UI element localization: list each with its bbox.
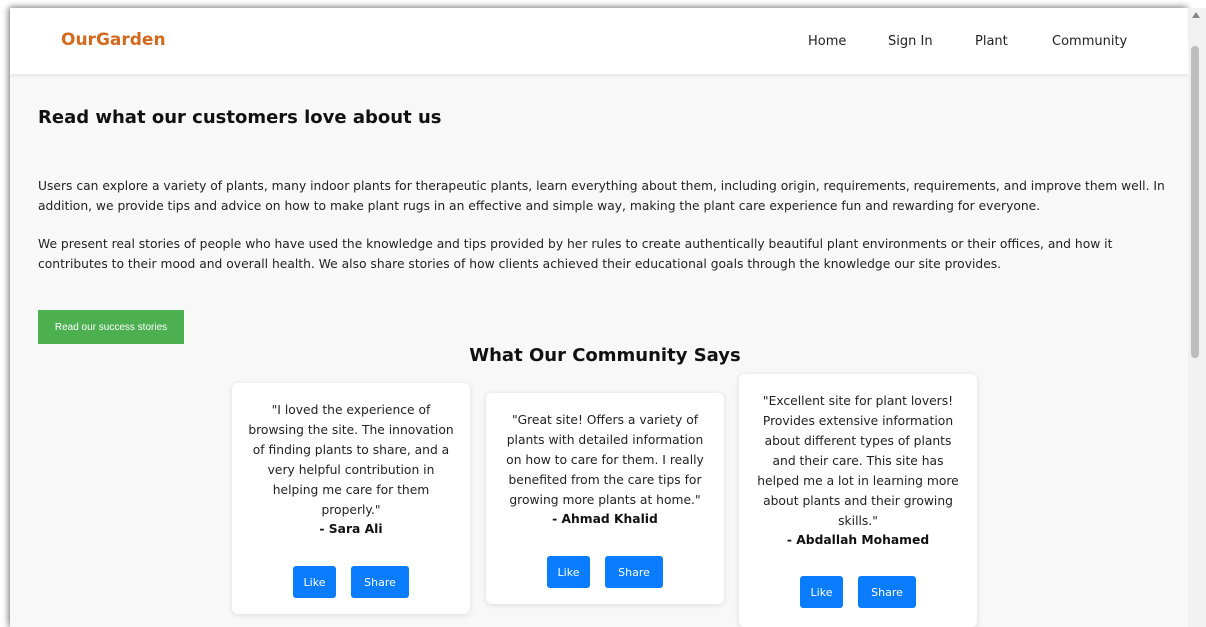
nav-link-community[interactable]: Community [1052, 34, 1127, 49]
vertical-scrollbar[interactable] [1188, 8, 1206, 627]
testimonial-quote: "Excellent site for plant lovers! Provid… [757, 394, 959, 528]
testimonial-card: "Great site! Offers a variety of plants … [486, 393, 724, 604]
page-heading: Read what our customers love about us [38, 107, 442, 128]
success-stories-button[interactable]: Read our success stories [38, 310, 184, 344]
like-button[interactable]: Like [547, 556, 590, 588]
testimonial-quote: "I loved the experience of browsing the … [248, 403, 454, 517]
nav-link-home[interactable]: Home [808, 34, 846, 49]
like-button[interactable]: Like [800, 576, 843, 608]
nav-link-sign-in[interactable]: Sign In [888, 34, 933, 49]
testimonial-quote: "Great site! Offers a variety of plants … [506, 413, 704, 507]
share-button[interactable]: Share [858, 576, 916, 608]
testimonial-card: "Excellent site for plant lovers! Provid… [739, 374, 977, 627]
testimonial-card: "I loved the experience of browsing the … [232, 383, 470, 614]
testimonial-author: - Sara Ali [319, 522, 383, 536]
brand-logo[interactable]: OurGarden [61, 30, 166, 50]
nav-link-plant[interactable]: Plant [975, 34, 1008, 49]
scroll-up-arrow-icon[interactable] [1192, 12, 1200, 18]
page-frame: OurGarden Home Sign In Plant Community R… [10, 8, 1188, 627]
navbar: OurGarden Home Sign In Plant Community [10, 8, 1188, 74]
testimonial-author: - Abdallah Mohamed [786, 533, 930, 547]
community-title: What Our Community Says [469, 345, 741, 366]
scrollbar-thumb[interactable] [1191, 46, 1199, 358]
like-button[interactable]: Like [293, 566, 336, 598]
intro-paragraph-2: We present real stories of people who ha… [38, 237, 1113, 271]
testimonial-author: - Ahmad Khalid [552, 512, 658, 526]
share-button[interactable]: Share [605, 556, 663, 588]
share-button[interactable]: Share [351, 566, 409, 598]
intro-paragraph-1: Users can explore a variety of plants, m… [38, 179, 1165, 213]
